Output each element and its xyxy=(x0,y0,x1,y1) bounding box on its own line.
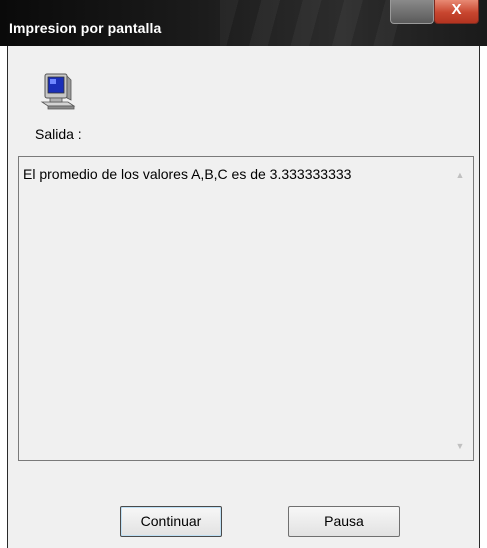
dialog-window: Impresion por pantalla X Salida : El pro… xyxy=(0,0,487,548)
output-textarea[interactable]: El promedio de los valores A,B,C es de 3… xyxy=(18,156,474,461)
close-button[interactable]: X xyxy=(434,0,479,24)
window-title: Impresion por pantalla xyxy=(9,20,162,36)
minimize-button[interactable] xyxy=(390,0,434,24)
computer-icon xyxy=(40,73,76,110)
window-frame-left xyxy=(0,46,8,548)
scroll-up-arrow-icon[interactable]: ▲ xyxy=(453,168,467,182)
close-icon: X xyxy=(451,1,462,18)
window-frame-right xyxy=(479,46,487,548)
continue-button[interactable]: Continuar xyxy=(120,506,222,537)
scroll-down-arrow-icon[interactable]: ▼ xyxy=(453,439,467,453)
output-text: El promedio de los valores A,B,C es de 3… xyxy=(23,166,352,182)
pause-button[interactable]: Pausa xyxy=(288,506,400,537)
output-label: Salida : xyxy=(35,126,82,142)
title-bar[interactable]: Impresion por pantalla X xyxy=(0,0,487,46)
